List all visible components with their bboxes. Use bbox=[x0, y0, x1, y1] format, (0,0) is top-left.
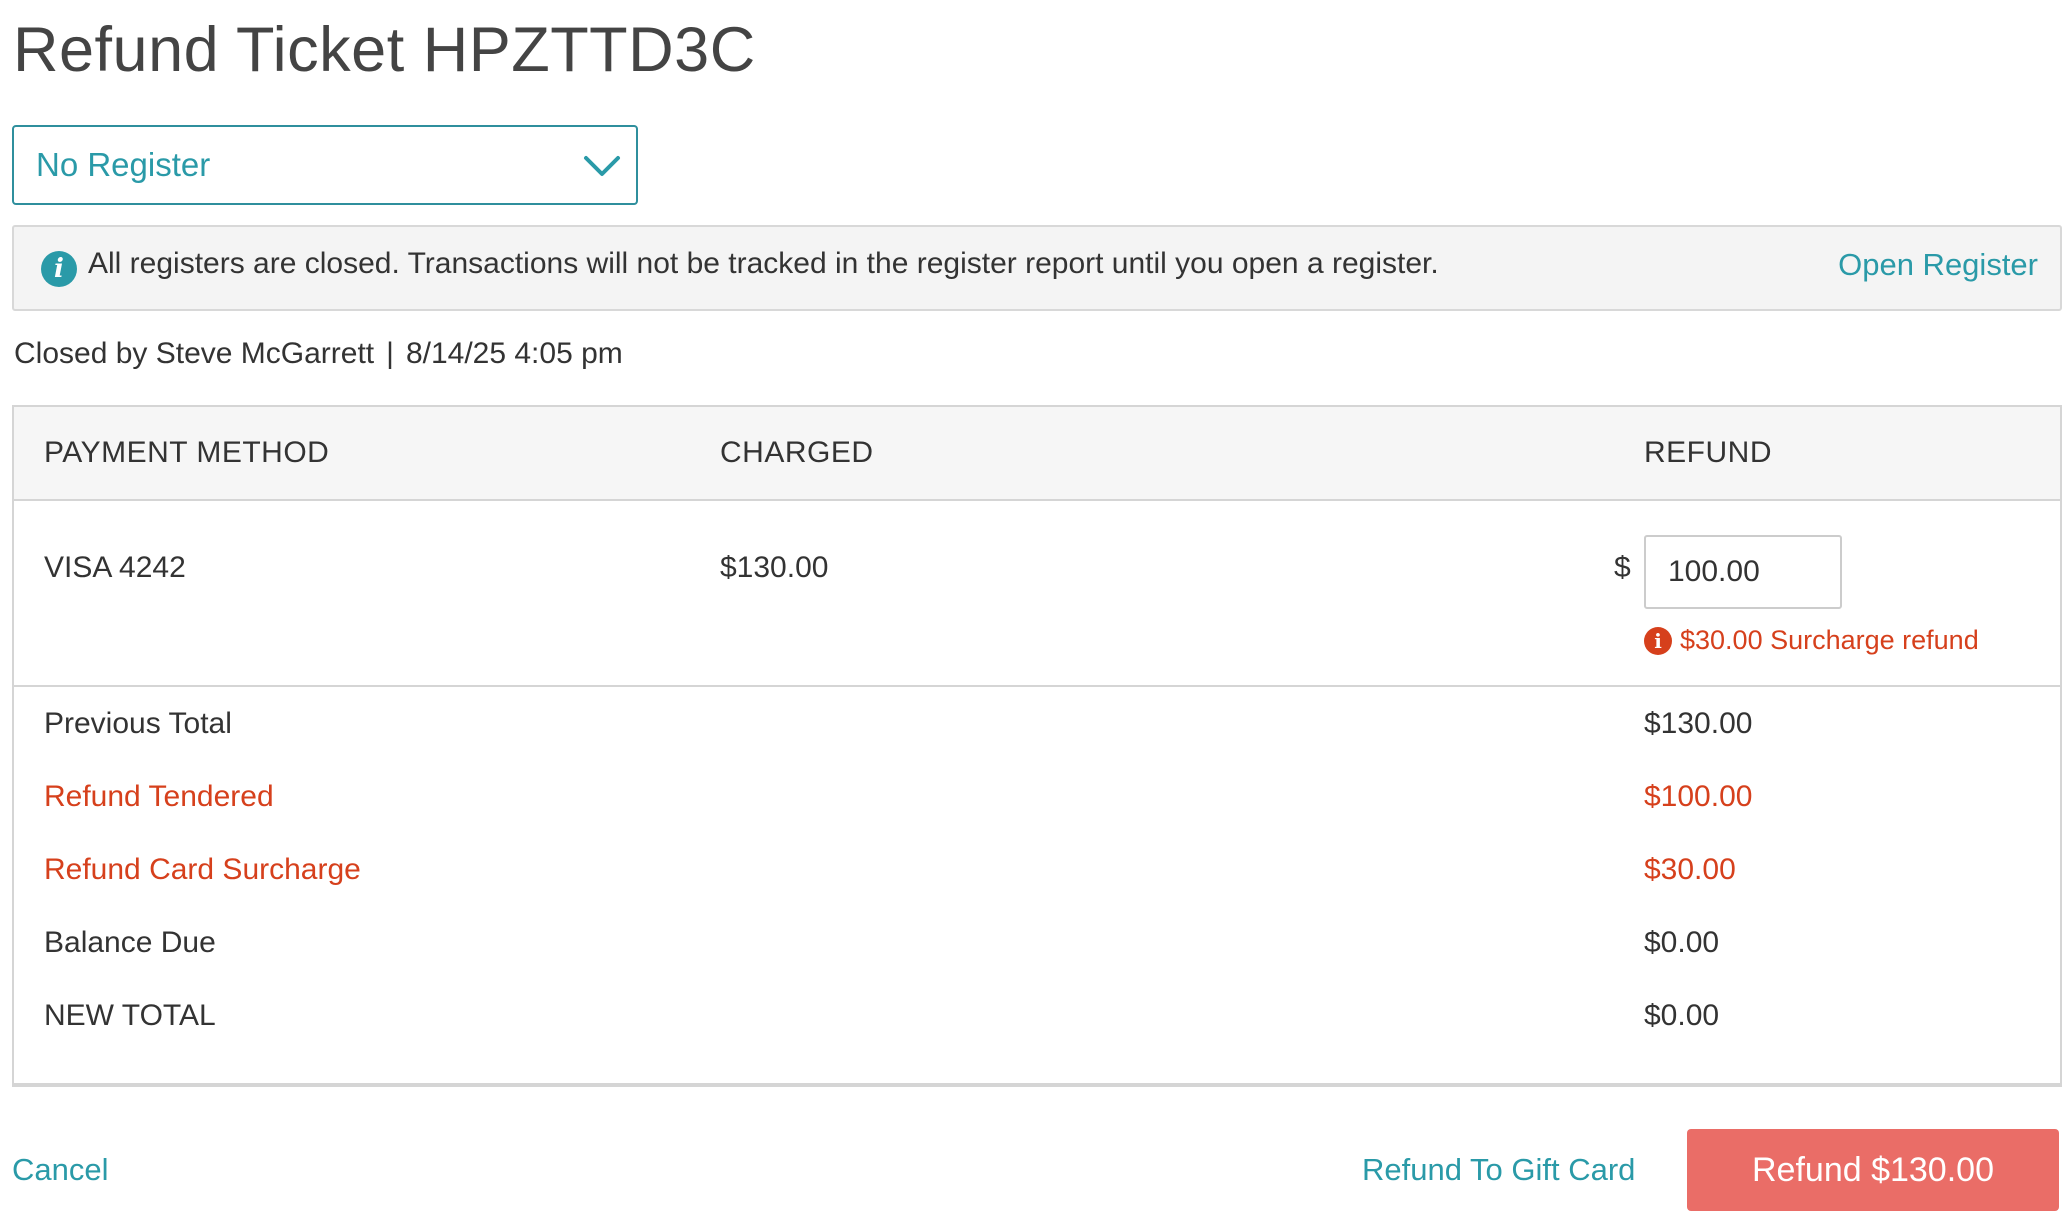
summary-amount: $0.00 bbox=[1644, 926, 1720, 959]
table-header: PAYMENT METHOD CHARGED REFUND bbox=[14, 407, 2060, 501]
summary-label: Balance Due bbox=[44, 926, 216, 959]
summary-amount: $130.00 bbox=[1644, 707, 1753, 740]
table-row: VISA 4242 $130.00 $ i $30.00 Surcharge r… bbox=[14, 501, 2060, 687]
register-dropdown-value: No Register bbox=[36, 146, 211, 183]
closed-datetime: 8/14/25 4:05 pm bbox=[405, 337, 623, 370]
summary-row-refund-card-surcharge: Refund Card Surcharge $30.00 bbox=[14, 835, 2060, 908]
surcharge-note-text: $30.00 Surcharge refund bbox=[1680, 625, 1979, 655]
header-refund: REFUND bbox=[1644, 436, 1772, 469]
payment-method-cell: VISA 4242 bbox=[44, 551, 186, 584]
closed-info: Closed by Steve McGarrett | 8/14/25 4:05 p… bbox=[14, 337, 623, 371]
surcharge-note: i $30.00 Surcharge refund bbox=[1644, 625, 1979, 656]
refund-button[interactable]: Refund $130.00 bbox=[1687, 1129, 2059, 1211]
refund-amount-input[interactable] bbox=[1644, 535, 1842, 609]
register-dropdown[interactable]: No Register bbox=[12, 125, 638, 205]
summary-amount: $0.00 bbox=[1644, 999, 1720, 1032]
summary-row-new-total: NEW TOTAL $0.00 bbox=[14, 981, 2060, 1054]
refund-ticket-page: Refund Ticket HPZTTD3C No Register i All… bbox=[0, 0, 2072, 1223]
open-register-link[interactable]: Open Register bbox=[1838, 247, 2038, 283]
notice-message: All registers are closed. Transactions w… bbox=[88, 247, 1439, 280]
charged-cell: $130.00 bbox=[720, 551, 829, 584]
summary-row-balance-due: Balance Due $0.00 bbox=[14, 908, 2060, 981]
currency-symbol: $ bbox=[1614, 551, 1631, 584]
cancel-link[interactable]: Cancel bbox=[12, 1152, 109, 1188]
closed-info-separator: | bbox=[386, 337, 394, 370]
summary-amount: $100.00 bbox=[1644, 780, 1753, 813]
header-charged: CHARGED bbox=[720, 436, 874, 469]
summary-row-previous-total: Previous Total $130.00 bbox=[14, 689, 2060, 762]
warning-icon: i bbox=[1644, 626, 1672, 655]
summary-amount: $30.00 bbox=[1644, 853, 1736, 886]
summary-label: NEW TOTAL bbox=[44, 999, 216, 1032]
summary-label: Refund Card Surcharge bbox=[44, 853, 361, 886]
info-icon: i bbox=[41, 251, 77, 287]
summary-label: Previous Total bbox=[44, 707, 232, 740]
registers-closed-notice: i All registers are closed. Transactions… bbox=[12, 225, 2062, 311]
page-title: Refund Ticket HPZTTD3C bbox=[13, 15, 756, 85]
summary-label: Refund Tendered bbox=[44, 780, 274, 813]
closed-by-text: Closed by Steve McGarrett bbox=[14, 337, 375, 370]
refund-to-gift-card-link[interactable]: Refund To Gift Card bbox=[1362, 1152, 1635, 1188]
summary-row-refund-tendered: Refund Tendered $100.00 bbox=[14, 762, 2060, 835]
chevron-down-icon bbox=[584, 156, 620, 176]
refund-table: PAYMENT METHOD CHARGED REFUND VISA 4242 … bbox=[12, 405, 2062, 1087]
header-payment-method: PAYMENT METHOD bbox=[44, 436, 330, 469]
